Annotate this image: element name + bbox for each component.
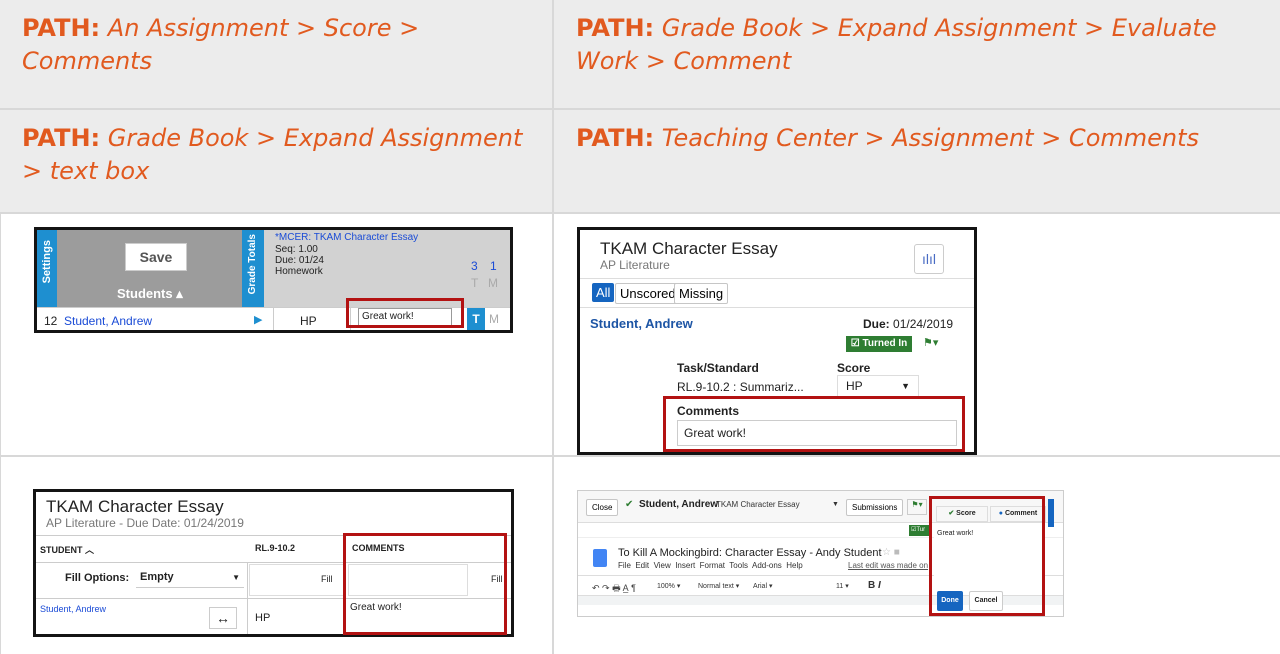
tab-unscored[interactable]: Unscored <box>615 283 681 304</box>
size-select[interactable]: 11 ▾ <box>836 582 849 590</box>
turned-in-toggle[interactable]: T <box>467 308 485 330</box>
assignment-title-link[interactable]: *MCER: TKAM Character Essay <box>275 232 418 243</box>
doc-title: To Kill A Mockingbird: Character Essay -… <box>618 547 882 559</box>
due-label: Due: 01/24 <box>275 255 324 266</box>
expand-icon[interactable]: ↔ <box>209 607 237 629</box>
flag-m: M <box>488 276 498 290</box>
last-edit-link[interactable]: Last edit was made on <box>848 561 928 570</box>
assignment-title: TKAM Character Essay <box>600 239 778 258</box>
doc-icon <box>593 549 607 567</box>
star-icon[interactable]: ☆ ■ <box>882 547 900 558</box>
bold-italic-icons[interactable]: B I <box>868 580 881 591</box>
highlight-box <box>929 496 1045 616</box>
count-2: 1 <box>490 259 497 273</box>
fill-button-1[interactable]: Fill <box>321 574 333 584</box>
count-1: 3 <box>471 259 478 273</box>
student-column-header[interactable]: STUDENT ︿ <box>40 543 94 556</box>
seq-label: Seq: 1.00 <box>275 244 318 255</box>
close-button[interactable]: Close <box>586 499 619 516</box>
flag-icon[interactable]: ⚑▾ <box>923 336 938 349</box>
student-name: Student, Andrew <box>639 499 719 510</box>
chart-icon[interactable]: ılıl <box>914 244 944 274</box>
assignment-title: TKAM Character Essay <box>46 497 224 516</box>
doc-menus[interactable]: File Edit View Insert Format Tools Add-o… <box>618 561 803 570</box>
assignment-subtitle: AP Literature - Due Date: 01/24/2019 <box>46 516 244 530</box>
assignment-subtitle: AP Literature <box>600 258 670 272</box>
standard-column-header: RL.9-10.2 <box>255 543 296 553</box>
highlight-box <box>663 396 965 452</box>
path-text: Grade Book > Expand Assignment > Evaluat… <box>576 14 1217 75</box>
assignment-name: TKAM Character Essay <box>716 500 800 509</box>
assignment-dropdown-icon[interactable]: ▼ <box>832 501 839 508</box>
highlight-box <box>346 298 464 328</box>
save-button[interactable]: Save <box>125 243 187 271</box>
student-link[interactable]: Student, Andrew <box>40 604 106 614</box>
tab-missing[interactable]: Missing <box>674 283 729 304</box>
fill-options-label: Fill Options: <box>65 572 130 584</box>
fill-options-select[interactable]: Empty ▼ <box>136 568 244 588</box>
tab-all[interactable]: All <box>592 283 615 302</box>
check-icon: ✔ <box>625 499 634 510</box>
path-cell-4: PATH: Teaching Center > Assignment > Com… <box>554 110 1280 212</box>
score-value[interactable]: HP <box>255 612 270 624</box>
flag-t: T <box>471 276 479 290</box>
turned-in-button[interactable]: ☑ Turned In <box>846 336 912 352</box>
score-select[interactable]: HP ▼ <box>837 375 919 397</box>
path-cell-3: PATH: Grade Book > Expand Assignment > t… <box>0 110 552 212</box>
row-number: 12 <box>44 314 58 328</box>
path-cell-1: PATH: An Assignment > Score > Comments <box>0 0 552 108</box>
students-header[interactable]: Students ▴ <box>117 286 183 302</box>
path-text: Teaching Center > Assignment > Comments <box>661 124 1200 152</box>
highlight-box <box>343 533 507 635</box>
due-date: Due: 01/24/2019 <box>863 317 954 331</box>
flag-icon[interactable]: ⚑▾ <box>907 499 927 515</box>
student-name[interactable]: Student, Andrew <box>590 316 693 331</box>
expand-arrow-icon[interactable]: ▶ <box>254 313 262 326</box>
style-select[interactable]: Normal text ▾ <box>698 582 739 590</box>
path-cell-2: PATH: Grade Book > Expand Assignment > E… <box>554 0 1280 108</box>
submissions-button[interactable]: Submissions <box>846 499 904 516</box>
settings-tab[interactable]: Settings <box>37 230 57 307</box>
turned-in-badge: ☑Tur <box>909 525 931 536</box>
task-value: RL.9-10.2 : Summariz... <box>677 380 804 394</box>
zoom-select[interactable]: 100% ▾ <box>657 582 680 590</box>
task-header: Task/Standard <box>677 361 759 375</box>
score-cell[interactable]: HP <box>300 314 317 328</box>
grade-totals-tab[interactable]: Grade Totals <box>242 230 264 307</box>
font-select[interactable]: Arial ▾ <box>753 582 772 590</box>
student-link[interactable]: Student, Andrew <box>64 314 152 328</box>
category-label: Homework <box>275 266 323 277</box>
missing-toggle[interactable]: M <box>489 312 499 326</box>
score-header: Score <box>837 361 871 375</box>
